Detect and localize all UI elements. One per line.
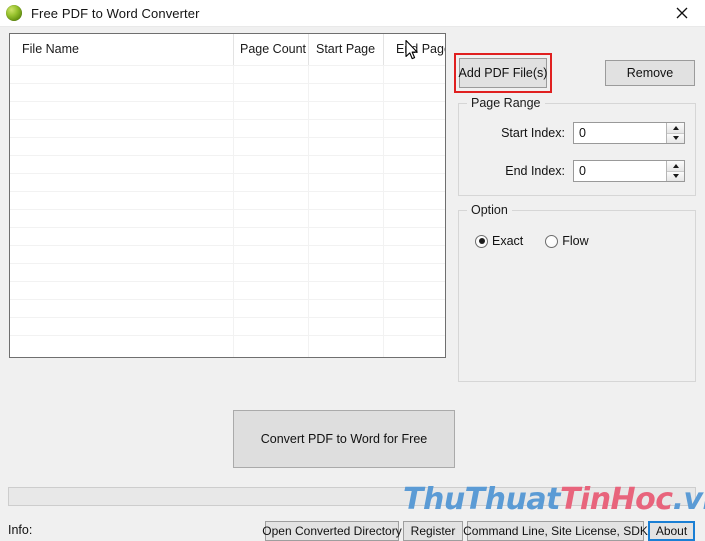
- table-row[interactable]: [10, 227, 445, 245]
- table-row[interactable]: [10, 65, 445, 83]
- add-pdf-files-button[interactable]: Add PDF File(s): [459, 58, 547, 88]
- triangle-down-icon: [672, 136, 679, 141]
- column-divider-1[interactable]: [308, 34, 309, 65]
- convert-button[interactable]: Convert PDF to Word for Free: [233, 410, 455, 468]
- progress-bar: [8, 487, 696, 506]
- table-row[interactable]: [10, 155, 445, 173]
- start-index-spinner[interactable]: [573, 122, 685, 144]
- info-label: Info:: [8, 523, 33, 537]
- table-row[interactable]: [10, 245, 445, 263]
- table-row[interactable]: [10, 281, 445, 299]
- end-index-increment-button[interactable]: [667, 161, 684, 172]
- table-row[interactable]: [10, 317, 445, 335]
- start-index-input[interactable]: [574, 123, 666, 143]
- grid-divider-0: [233, 65, 234, 357]
- page-range-title: Page Range: [467, 96, 545, 110]
- register-button[interactable]: Register: [403, 521, 463, 541]
- file-list-rows[interactable]: [10, 65, 445, 357]
- table-row[interactable]: [10, 101, 445, 119]
- column-header-3[interactable]: End Page: [396, 34, 445, 65]
- client-area: File Name Page Count Start Page End Page Ad…: [0, 27, 705, 541]
- table-row[interactable]: [10, 191, 445, 209]
- file-list-header: File Name Page Count Start Page End Page: [10, 34, 445, 65]
- end-index-decrement-button[interactable]: [667, 171, 684, 181]
- grid-divider-1: [308, 65, 309, 357]
- page-range-group: Page Range Start Index: End Index:: [458, 96, 696, 196]
- table-row[interactable]: [10, 263, 445, 281]
- end-index-label: End Index:: [505, 164, 565, 178]
- table-row[interactable]: [10, 209, 445, 227]
- radio-exact-label: Exact: [492, 234, 524, 248]
- close-icon: [676, 7, 688, 19]
- radio-exact-icon: [475, 234, 488, 248]
- table-row[interactable]: [10, 173, 445, 191]
- app-icon: [6, 5, 22, 21]
- radio-option-exact[interactable]: Exact: [475, 234, 523, 248]
- table-row[interactable]: [10, 137, 445, 155]
- remove-button[interactable]: Remove: [605, 60, 695, 86]
- column-header-0[interactable]: File Name: [22, 34, 233, 65]
- start-index-spin-buttons[interactable]: [666, 123, 684, 143]
- open-converted-directory-button[interactable]: Open Converted Directory: [262, 521, 402, 541]
- radio-flow-icon: [545, 234, 559, 248]
- close-button[interactable]: [659, 0, 705, 26]
- title-bar: Free PDF to Word Converter: [0, 0, 705, 26]
- end-index-spinner[interactable]: [573, 160, 685, 182]
- grid-divider-2: [383, 65, 384, 357]
- table-row[interactable]: [10, 299, 445, 317]
- option-group: Option Exact Flow: [458, 203, 696, 382]
- column-header-2[interactable]: Start Page: [316, 34, 383, 65]
- triangle-up-icon: [672, 125, 679, 130]
- option-title: Option: [467, 203, 512, 217]
- start-index-decrement-button[interactable]: [667, 133, 684, 143]
- command-line-site-license-sdk-button[interactable]: Command Line, Site License, SDK: [463, 521, 648, 541]
- column-divider-2[interactable]: [383, 34, 384, 65]
- option-radio-row: Exact Flow: [475, 234, 589, 248]
- table-row[interactable]: [10, 83, 445, 101]
- end-index-input[interactable]: [574, 161, 666, 181]
- end-index-spin-buttons[interactable]: [666, 161, 684, 181]
- window-title: Free PDF to Word Converter: [31, 5, 200, 21]
- triangle-up-icon: [672, 163, 679, 168]
- radio-option-flow[interactable]: Flow: [545, 234, 589, 248]
- table-row[interactable]: [10, 119, 445, 137]
- radio-flow-label: Flow: [562, 234, 589, 248]
- start-index-label: Start Index:: [501, 126, 565, 140]
- about-button[interactable]: About: [648, 521, 695, 541]
- triangle-down-icon: [672, 174, 679, 179]
- table-row[interactable]: [10, 335, 445, 353]
- column-divider-0[interactable]: [233, 34, 234, 65]
- start-index-increment-button[interactable]: [667, 123, 684, 134]
- file-list[interactable]: File Name Page Count Start Page End Page: [9, 33, 446, 358]
- column-header-1[interactable]: Page Count: [240, 34, 308, 65]
